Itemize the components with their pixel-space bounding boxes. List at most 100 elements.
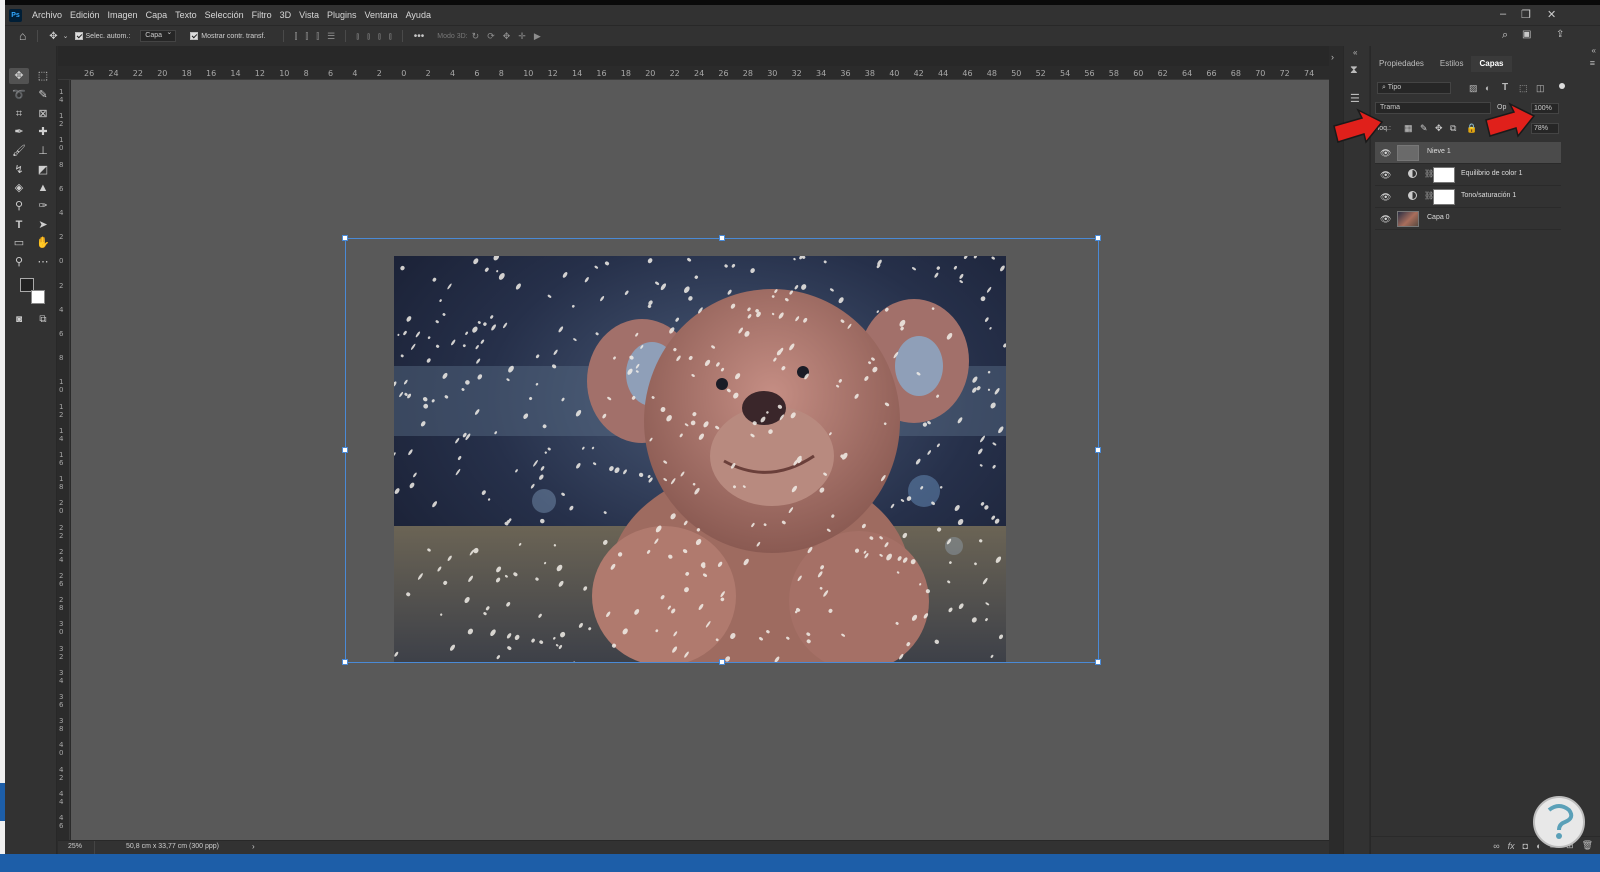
- align-top-icon[interactable]: ⫾: [356, 31, 359, 42]
- search-icon[interactable]: ⌕: [1502, 29, 1508, 42]
- collapse-icon[interactable]: «: [1353, 48, 1357, 57]
- tab-estilos[interactable]: Estilos: [1432, 56, 1472, 72]
- menu-ayuda[interactable]: Ayuda: [402, 10, 435, 20]
- pen-tool-icon[interactable]: ✑: [33, 198, 53, 214]
- filter-pixel-icon[interactable]: ▨: [1469, 83, 1478, 94]
- align-right-icon[interactable]: ⫿: [316, 31, 319, 42]
- layer-row-nieve-1[interactable]: 👁 Nieve 1: [1375, 142, 1561, 164]
- visibility-eye-icon[interactable]: 👁: [1380, 148, 1391, 159]
- transform-handle-right[interactable]: [1095, 447, 1101, 453]
- frame-tool-icon[interactable]: ⊠: [33, 106, 53, 122]
- hand-tool-icon[interactable]: ✋: [33, 235, 53, 251]
- path-select-tool-icon[interactable]: ➤: [33, 217, 53, 233]
- auto-select-target-dropdown[interactable]: Capa: [140, 28, 177, 42]
- menu-archivo[interactable]: Archivo: [28, 10, 66, 20]
- menu-imagen[interactable]: Imagen: [104, 10, 142, 20]
- transform-handle-bottom[interactable]: [719, 659, 725, 665]
- brush-tool-icon[interactable]: 🖌: [9, 143, 29, 159]
- eyedropper-tool-icon[interactable]: ✒: [9, 124, 29, 140]
- lock-position-icon[interactable]: ✥: [1435, 123, 1443, 134]
- layer-row-capa-0[interactable]: 👁 Capa 0: [1375, 208, 1561, 230]
- rectangle-tool-icon[interactable]: ▭: [9, 235, 29, 251]
- menu-vista[interactable]: Vista: [295, 10, 323, 20]
- filter-type-icon[interactable]: T: [1502, 82, 1508, 93]
- chevron-down-icon[interactable]: ⌄: [63, 32, 69, 40]
- filter-shape-icon[interactable]: ⬚: [1519, 83, 1528, 94]
- transform-handle-top-left[interactable]: [342, 235, 348, 241]
- lock-transparent-icon[interactable]: ▦: [1404, 123, 1413, 134]
- auto-select-checkbox[interactable]: [74, 32, 83, 40]
- filter-toggle-icon[interactable]: [1559, 83, 1565, 89]
- filter-smart-object-icon[interactable]: ◫: [1536, 83, 1545, 94]
- add-mask-icon[interactable]: ◘: [1523, 841, 1528, 851]
- transform-handle-top[interactable]: [719, 235, 725, 241]
- more-tools-icon[interactable]: ⋯: [33, 254, 53, 270]
- zoom-level[interactable]: 25%: [68, 843, 82, 850]
- lock-all-icon[interactable]: 🔒: [1466, 123, 1477, 134]
- menu-plugins[interactable]: Plugins: [323, 10, 361, 20]
- distribute-icon[interactable]: ☰: [327, 31, 335, 42]
- background-color-swatch[interactable]: [31, 290, 45, 304]
- menu-capa[interactable]: Capa: [142, 10, 172, 20]
- blend-mode-dropdown[interactable]: Trama: [1375, 102, 1491, 114]
- stamp-tool-icon[interactable]: ⊥: [33, 143, 53, 159]
- crop-tool-icon[interactable]: ⌗: [9, 106, 29, 122]
- show-transform-checkbox[interactable]: [190, 32, 199, 40]
- layer-name[interactable]: Equilibrio de color 1: [1461, 170, 1522, 177]
- align-left-icon[interactable]: ⫿: [294, 31, 297, 42]
- move-tool-icon[interactable]: ✥: [49, 31, 57, 42]
- lasso-tool-icon[interactable]: ➰: [9, 87, 29, 103]
- dodge-tool-icon[interactable]: ⚲: [9, 198, 29, 214]
- history-panel-icon[interactable]: ⧗: [1350, 64, 1358, 77]
- properties-panel-icon[interactable]: ☰: [1350, 92, 1360, 105]
- transform-handle-bottom-left[interactable]: [342, 659, 348, 665]
- layer-name[interactable]: Nieve 1: [1427, 148, 1451, 155]
- close-icon[interactable]: ✕: [1547, 8, 1556, 21]
- transform-handle-top-right[interactable]: [1095, 235, 1101, 241]
- layer-name[interactable]: Capa 0: [1427, 214, 1450, 221]
- layer-filter-dropdown[interactable]: ⌕ Tipo: [1377, 82, 1451, 94]
- link-layers-icon[interactable]: ∞: [1493, 841, 1499, 851]
- minimize-icon[interactable]: –: [1500, 8, 1506, 20]
- visibility-eye-icon[interactable]: 👁: [1380, 192, 1391, 203]
- filter-adjustment-icon[interactable]: ◐: [1485, 83, 1490, 93]
- transform-bounding-box[interactable]: [342, 235, 1101, 665]
- screen-mode-icon[interactable]: ⧉: [33, 312, 53, 328]
- zoom-tool-icon[interactable]: ⚲: [9, 254, 29, 270]
- panel-menu-icon[interactable]: ≡: [1590, 58, 1595, 68]
- eraser-tool-icon[interactable]: ◩: [33, 162, 53, 178]
- transform-handle-left[interactable]: [342, 447, 348, 453]
- layer-name[interactable]: Tono/saturación 1: [1461, 192, 1516, 199]
- menu-texto[interactable]: Texto: [171, 10, 201, 20]
- layer-mask-thumbnail[interactable]: [1433, 189, 1455, 205]
- home-icon[interactable]: ⌂: [19, 29, 26, 43]
- marquee-tool-icon[interactable]: ⬚: [33, 68, 53, 84]
- layer-row-tono-saturacion-1[interactable]: 👁 ⛓ Tono/saturación 1: [1375, 186, 1561, 208]
- transform-handle-bottom-right[interactable]: [1095, 659, 1101, 665]
- menu-filtro[interactable]: Filtro: [248, 10, 276, 20]
- menu-3d[interactable]: 3D: [276, 10, 296, 20]
- quick-select-tool-icon[interactable]: ✎: [33, 87, 53, 103]
- layer-style-fx-icon[interactable]: fx: [1508, 841, 1515, 851]
- distribute-vertical-icon[interactable]: ⫾: [389, 31, 392, 42]
- status-menu-arrow[interactable]: ›: [252, 842, 255, 851]
- more-options-icon[interactable]: •••: [414, 31, 425, 42]
- history-brush-tool-icon[interactable]: ↯: [9, 162, 29, 178]
- tab-propiedades[interactable]: Propiedades: [1371, 56, 1432, 72]
- menu-ventana[interactable]: Ventana: [361, 10, 402, 20]
- share-icon[interactable]: ⇪: [1556, 29, 1564, 40]
- restore-icon[interactable]: ❐: [1521, 8, 1531, 21]
- visibility-eye-icon[interactable]: 👁: [1380, 214, 1391, 225]
- align-middle-icon[interactable]: ⫾: [367, 31, 370, 42]
- layer-mask-thumbnail[interactable]: [1433, 167, 1455, 183]
- type-tool-icon[interactable]: T: [9, 217, 29, 233]
- menu-edicion[interactable]: Edición: [66, 10, 104, 20]
- menu-seleccion[interactable]: Selección: [201, 10, 248, 20]
- align-bottom-icon[interactable]: ⫾: [378, 31, 381, 42]
- paint-bucket-tool-icon[interactable]: ◈: [9, 180, 29, 196]
- move-tool-icon[interactable]: ✥: [9, 68, 29, 84]
- layer-row-equilibrio-de-color-1[interactable]: 👁 ⛓ Equilibrio de color 1: [1375, 164, 1561, 186]
- lock-artboard-icon[interactable]: ⧉: [1450, 123, 1456, 134]
- tab-capas[interactable]: Capas: [1471, 56, 1512, 72]
- workspace-icon[interactable]: ▣: [1522, 29, 1531, 40]
